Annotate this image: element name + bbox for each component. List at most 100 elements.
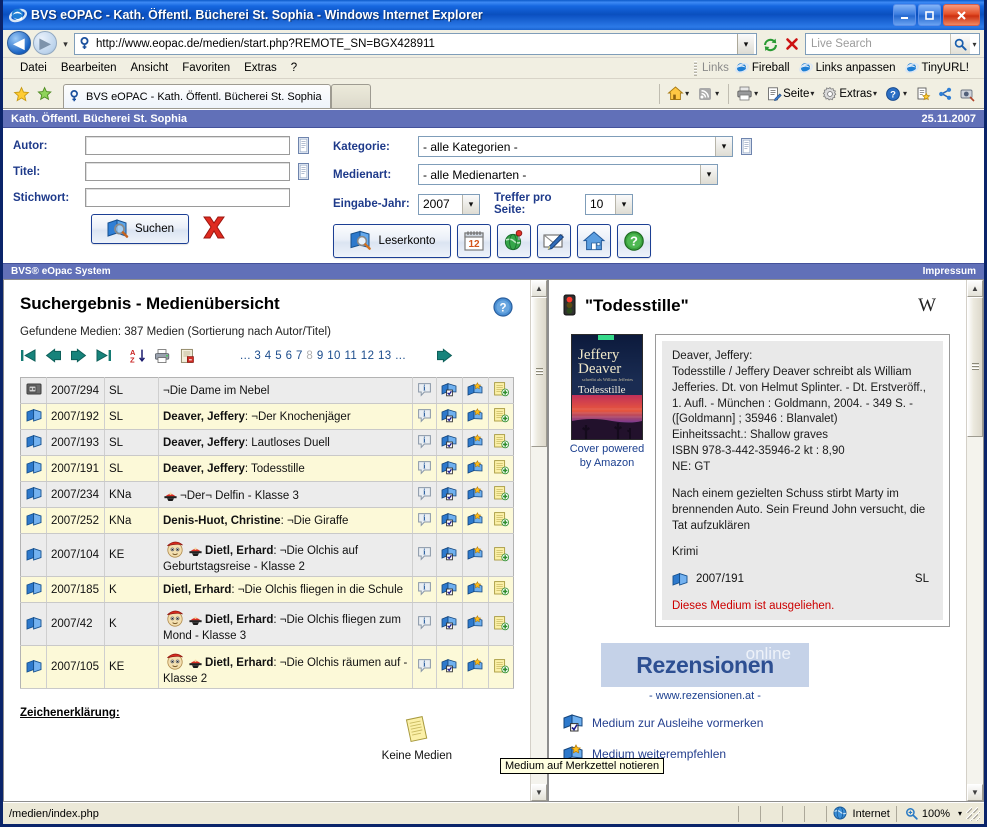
globe-pin-button[interactable] <box>497 224 531 258</box>
share-button[interactable] <box>934 82 956 106</box>
scroll-down-button[interactable]: ▼ <box>531 784 547 801</box>
row-info-icon[interactable]: i <box>412 429 437 456</box>
home-button[interactable] <box>577 224 611 258</box>
lookup-list-icon[interactable] <box>298 163 309 180</box>
pagination-page-12[interactable]: 12 <box>361 350 375 362</box>
search-input[interactable]: Live Search ▾ <box>805 33 980 55</box>
menu-datei[interactable]: Datei <box>13 60 54 76</box>
row-info-icon[interactable]: i <box>412 455 437 482</box>
menu-favoriten[interactable]: Favoriten <box>175 60 237 76</box>
row-title[interactable]: Deaver, Jeffery: ¬Der Knochenjäger <box>158 403 413 430</box>
row-info-icon[interactable]: i <box>412 377 437 404</box>
table-row[interactable]: 2007/294 SL ¬Die Dame im Nebel i <box>20 377 514 404</box>
pagination-page-11[interactable]: 11 <box>344 350 357 362</box>
chevron-down-icon[interactable]: ▾ <box>615 194 632 214</box>
lookup-list-icon[interactable] <box>741 138 752 155</box>
row-title[interactable]: Deaver, Jeffery: Todesstille <box>158 455 413 482</box>
print-button[interactable]: ▾ <box>733 82 763 106</box>
close-button[interactable] <box>943 4 980 26</box>
chevron-down-icon[interactable]: ▾ <box>700 165 717 184</box>
table-row[interactable]: 2007/191 SL Deaver, Jeffery: Todesstille i <box>20 455 514 482</box>
row-recommend-icon[interactable] <box>462 403 489 430</box>
treffer-select[interactable]: 10 ▾ <box>585 193 633 215</box>
scroll-track[interactable] <box>531 297 547 784</box>
row-title[interactable]: ¬Die Dame im Nebel <box>158 377 413 404</box>
table-row[interactable]: 2007/252 KNa Denis-Huot, Christine: ¬Die G… <box>20 507 514 534</box>
url-input[interactable]: http://www.eopac.de/medien/start.php?REM… <box>74 33 757 55</box>
results-scrollbar[interactable]: ▲ ▼ <box>530 280 547 801</box>
row-title[interactable]: Dietl, Erhard: ¬Die Olchis räumen auf - … <box>158 645 413 689</box>
wikipedia-icon[interactable]: W <box>918 295 950 317</box>
impressum-link[interactable]: Impressum <box>923 266 976 277</box>
table-row[interactable]: 2007/192 SL Deaver, Jeffery: ¬Der Knochenj… <box>20 403 514 430</box>
row-recommend-icon[interactable] <box>462 533 489 577</box>
row-info-icon[interactable]: i <box>412 481 437 508</box>
row-notepad-icon[interactable] <box>488 507 514 534</box>
security-zone[interactable]: Internet <box>825 805 896 822</box>
row-recommend-icon[interactable] <box>462 429 489 456</box>
help-button[interactable]: ? <box>617 224 651 258</box>
first-page-icon[interactable] <box>20 348 37 365</box>
chevron-down-icon[interactable]: ▾ <box>715 137 732 156</box>
stop-icon[interactable] <box>781 33 803 55</box>
row-title[interactable]: Dietl, Erhard: ¬Die Olchis fliegen zum M… <box>158 602 413 646</box>
chevron-down-icon[interactable]: ▾ <box>715 89 719 98</box>
menu-ansicht[interactable]: Ansicht <box>123 60 175 76</box>
pagination-page-13[interactable]: 13 <box>378 350 392 362</box>
leserkonto-button[interactable]: Leserkonto <box>333 224 451 258</box>
next-results-icon[interactable] <box>436 347 453 365</box>
autor-input[interactable] <box>85 136 290 155</box>
resize-grip[interactable] <box>966 806 980 821</box>
tools-menu-button[interactable]: Extras ▾ <box>819 82 882 106</box>
kategorie-select[interactable]: - alle Kategorien - ▾ <box>418 136 733 157</box>
cover-image[interactable]: Jeffery Deaver schreibt als William Jeff… <box>571 334 643 440</box>
row-reserve-icon[interactable] <box>436 645 463 689</box>
row-reserve-icon[interactable] <box>436 455 463 482</box>
table-row[interactable]: 2007/234 KNa ¬Der¬ Delfin - Klasse 3i <box>20 481 514 508</box>
table-row[interactable]: 2007/105 KE Dietl, Erhard: ¬Die Olchis räu… <box>20 645 514 689</box>
row-notepad-icon[interactable] <box>488 481 514 508</box>
minimize-button[interactable] <box>893 4 916 26</box>
pagination-page-10[interactable]: 10 <box>327 350 341 362</box>
menu-extras[interactable]: Extras <box>237 60 284 76</box>
detail-scrollbar[interactable]: ▲ ▼ <box>966 280 983 801</box>
chevron-down-icon[interactable]: ▾ <box>873 89 877 98</box>
research-button[interactable] <box>912 82 934 106</box>
link-tinyurl[interactable]: TinyURL! <box>904 61 969 75</box>
forward-button[interactable]: ▶ <box>33 31 59 57</box>
row-title[interactable]: Denis-Huot, Christine: ¬Die Giraffe <box>158 507 413 534</box>
chevron-down-icon[interactable]: ▾ <box>810 89 814 98</box>
row-recommend-icon[interactable] <box>462 507 489 534</box>
row-recommend-icon[interactable] <box>462 455 489 482</box>
zoom-control[interactable]: 100% ▾ <box>895 805 984 822</box>
row-info-icon[interactable]: i <box>412 645 437 689</box>
menu-help[interactable]: ? <box>284 60 304 76</box>
search-button[interactable]: Suchen <box>91 214 189 244</box>
row-title[interactable]: Dietl, Erhard: ¬Die Olchis auf Geburtsta… <box>158 533 413 577</box>
next-page-icon[interactable] <box>70 347 87 365</box>
medienart-select[interactable]: - alle Medienarten - ▾ <box>418 164 718 185</box>
row-info-icon[interactable]: i <box>412 507 437 534</box>
chevron-down-icon[interactable]: ▾ <box>903 89 907 98</box>
row-info-icon[interactable]: i <box>412 576 437 603</box>
table-row[interactable]: 2007/193 SL Deaver, Jeffery: Lautloses Due… <box>20 429 514 456</box>
scroll-up-button[interactable]: ▲ <box>967 280 983 297</box>
banner-url[interactable]: - www.rezensionen.at - <box>601 690 809 702</box>
pagination-page-4[interactable]: 4 <box>265 350 272 362</box>
link-links-anpassen[interactable]: Links anpassen <box>798 61 896 75</box>
help-icon[interactable]: ? <box>492 296 514 318</box>
row-title[interactable]: Deaver, Jeffery: Lautloses Duell <box>158 429 413 456</box>
scroll-thumb[interactable] <box>967 297 983 437</box>
row-notepad-icon[interactable] <box>488 645 514 689</box>
snapshot-button[interactable] <box>956 82 978 106</box>
chevron-down-icon[interactable]: ▾ <box>958 809 962 818</box>
row-reserve-icon[interactable] <box>436 507 463 534</box>
export-pdf-icon[interactable] <box>179 348 196 365</box>
prev-page-icon[interactable] <box>45 347 62 365</box>
row-info-icon[interactable]: i <box>412 403 437 430</box>
row-notepad-icon[interactable] <box>488 576 514 603</box>
sort-az-icon[interactable]: A Z <box>129 348 146 365</box>
row-notepad-icon[interactable] <box>488 429 514 456</box>
chevron-down-icon[interactable]: ▾ <box>462 194 479 214</box>
pagination-page-6[interactable]: 6 <box>286 350 293 362</box>
